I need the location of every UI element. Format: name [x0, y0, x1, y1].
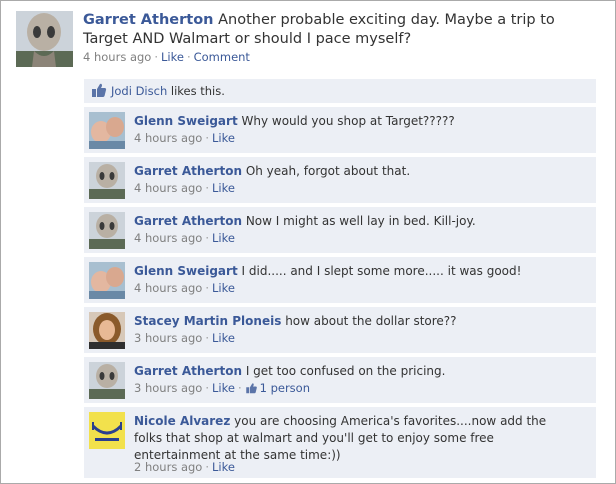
comment-like-link[interactable]: Like	[212, 131, 235, 145]
comment-item: Glenn Sweigart I did..... and I slept so…	[84, 257, 596, 303]
commenter-avatar[interactable]	[89, 312, 125, 349]
likes-text: Jodi Disch likes this.	[111, 84, 225, 98]
comment-meta: 3 hours ago · Like	[134, 331, 235, 345]
comment-body: Nicole Alvarez you are choosing America'…	[134, 413, 574, 464]
separator-dot: ·	[205, 331, 209, 345]
post-comment-link[interactable]: Comment	[194, 50, 250, 64]
comment-text: Why would you shop at Target?????	[241, 114, 455, 128]
comment-text: Oh yeah, forgot about that.	[245, 164, 411, 178]
comment-text: I did..... and I slept some more..... it…	[241, 264, 522, 278]
comment-item: Nicole Alvarez you are choosing America'…	[84, 407, 596, 478]
comment-timestamp[interactable]: 3 hours ago	[134, 331, 202, 345]
comment-meta: 4 hours ago · Like	[134, 181, 235, 195]
comment-body: Garret Atherton Oh yeah, forgot about th…	[134, 163, 574, 180]
commenter-avatar[interactable]	[89, 162, 125, 199]
comment-timestamp[interactable]: 4 hours ago	[134, 131, 202, 145]
comment-timestamp[interactable]: 4 hours ago	[134, 231, 202, 245]
comment-author-link[interactable]: Garret Atherton	[134, 364, 242, 378]
separator-dot: ·	[205, 460, 209, 474]
comment-item: Stacey Martin Ploneis how about the doll…	[84, 307, 596, 353]
separator-dot: ·	[205, 231, 209, 245]
commenter-avatar[interactable]	[89, 112, 125, 149]
comment-meta: 4 hours ago · Like	[134, 281, 235, 295]
post-header: Garret Atherton Another probable excitin…	[83, 11, 603, 49]
post-like-link[interactable]: Like	[161, 50, 184, 64]
comment-timestamp[interactable]: 3 hours ago	[134, 381, 202, 395]
post-meta: 4 hours ago · Like · Comment	[83, 50, 250, 64]
alien-avatar-image	[89, 162, 125, 199]
comment-text: how about the dollar store??	[285, 314, 457, 328]
comment-item: Garret Atherton Now I might as well lay …	[84, 207, 596, 253]
comment-timestamp[interactable]: 4 hours ago	[134, 281, 202, 295]
comment-meta: 4 hours ago · Like	[134, 131, 235, 145]
commenter-avatar[interactable]	[89, 412, 125, 449]
comment-item: Glenn Sweigart Why would you shop at Tar…	[84, 107, 596, 153]
likes-suffix: likes this.	[170, 84, 225, 98]
comment-like-link[interactable]: Like	[212, 181, 235, 195]
like-count-link[interactable]: 1 person	[245, 381, 310, 395]
separator-dot: ·	[186, 50, 191, 64]
comment-body: Glenn Sweigart I did..... and I slept so…	[134, 263, 574, 280]
comment-like-link[interactable]: Like	[212, 281, 235, 295]
thumbs-up-icon	[92, 83, 107, 97]
comment-author-link[interactable]: Stacey Martin Ploneis	[134, 314, 281, 328]
comment-item: Garret Atherton I get too confused on th…	[84, 357, 596, 403]
comment-timestamp[interactable]: 4 hours ago	[134, 181, 202, 195]
comment-body: Glenn Sweigart Why would you shop at Tar…	[134, 113, 574, 130]
thumbs-up-icon	[245, 383, 257, 394]
separator-dot: ·	[205, 281, 209, 295]
comment-like-link[interactable]: Like	[212, 331, 235, 345]
separator-dot: ·	[237, 381, 242, 395]
comment-timestamp[interactable]: 2 hours ago	[134, 460, 202, 474]
commenter-avatar[interactable]	[89, 362, 125, 399]
comment-author-link[interactable]: Garret Atherton	[134, 214, 242, 228]
post-timestamp[interactable]: 4 hours ago	[83, 50, 151, 64]
comment-body: Garret Atherton I get too confused on th…	[134, 363, 574, 380]
comment-meta: 4 hours ago · Like	[134, 231, 235, 245]
comment-like-link[interactable]: Like	[212, 460, 235, 474]
woman-photo-avatar	[89, 312, 125, 349]
comment-body: Garret Atherton Now I might as well lay …	[134, 213, 574, 230]
comment-like-link[interactable]: Like	[212, 231, 235, 245]
comment-body: Stacey Martin Ploneis how about the doll…	[134, 313, 574, 330]
comment-author-link[interactable]: Nicole Alvarez	[134, 414, 230, 428]
comment-item: Garret Atherton Oh yeah, forgot about th…	[84, 157, 596, 203]
separator-dot: ·	[205, 381, 209, 395]
commenter-avatar[interactable]	[89, 262, 125, 299]
people-photo-avatar	[89, 262, 125, 299]
separator-dot: ·	[205, 131, 209, 145]
separator-dot: ·	[205, 181, 209, 195]
liker-link[interactable]: Jodi Disch	[111, 84, 167, 98]
people-photo-avatar	[89, 112, 125, 149]
comment-text: Now I might as well lay in bed. Kill-joy…	[245, 214, 476, 228]
comment-text: I get too confused on the pricing.	[245, 364, 446, 378]
comment-like-link[interactable]: Like	[212, 381, 235, 395]
commenter-avatar[interactable]	[89, 212, 125, 249]
comment-meta: 3 hours ago · Like · 1 person	[134, 381, 310, 395]
comment-author-link[interactable]: Glenn Sweigart	[134, 264, 238, 278]
like-count-text: 1 person	[259, 381, 310, 395]
alien-avatar-image	[89, 362, 125, 399]
comment-meta: 2 hours ago · Like	[134, 460, 235, 474]
post-author-link[interactable]: Garret Atherton	[83, 12, 213, 28]
alien-avatar-image	[89, 212, 125, 249]
post-author-avatar[interactable]	[16, 11, 73, 67]
comment-author-link[interactable]: Glenn Sweigart	[134, 114, 238, 128]
comment-author-link[interactable]: Garret Atherton	[134, 164, 242, 178]
alien-avatar-image	[16, 11, 73, 67]
hammock-logo-avatar	[89, 412, 125, 449]
separator-dot: ·	[154, 50, 158, 64]
likes-summary: Jodi Disch likes this.	[84, 79, 596, 103]
